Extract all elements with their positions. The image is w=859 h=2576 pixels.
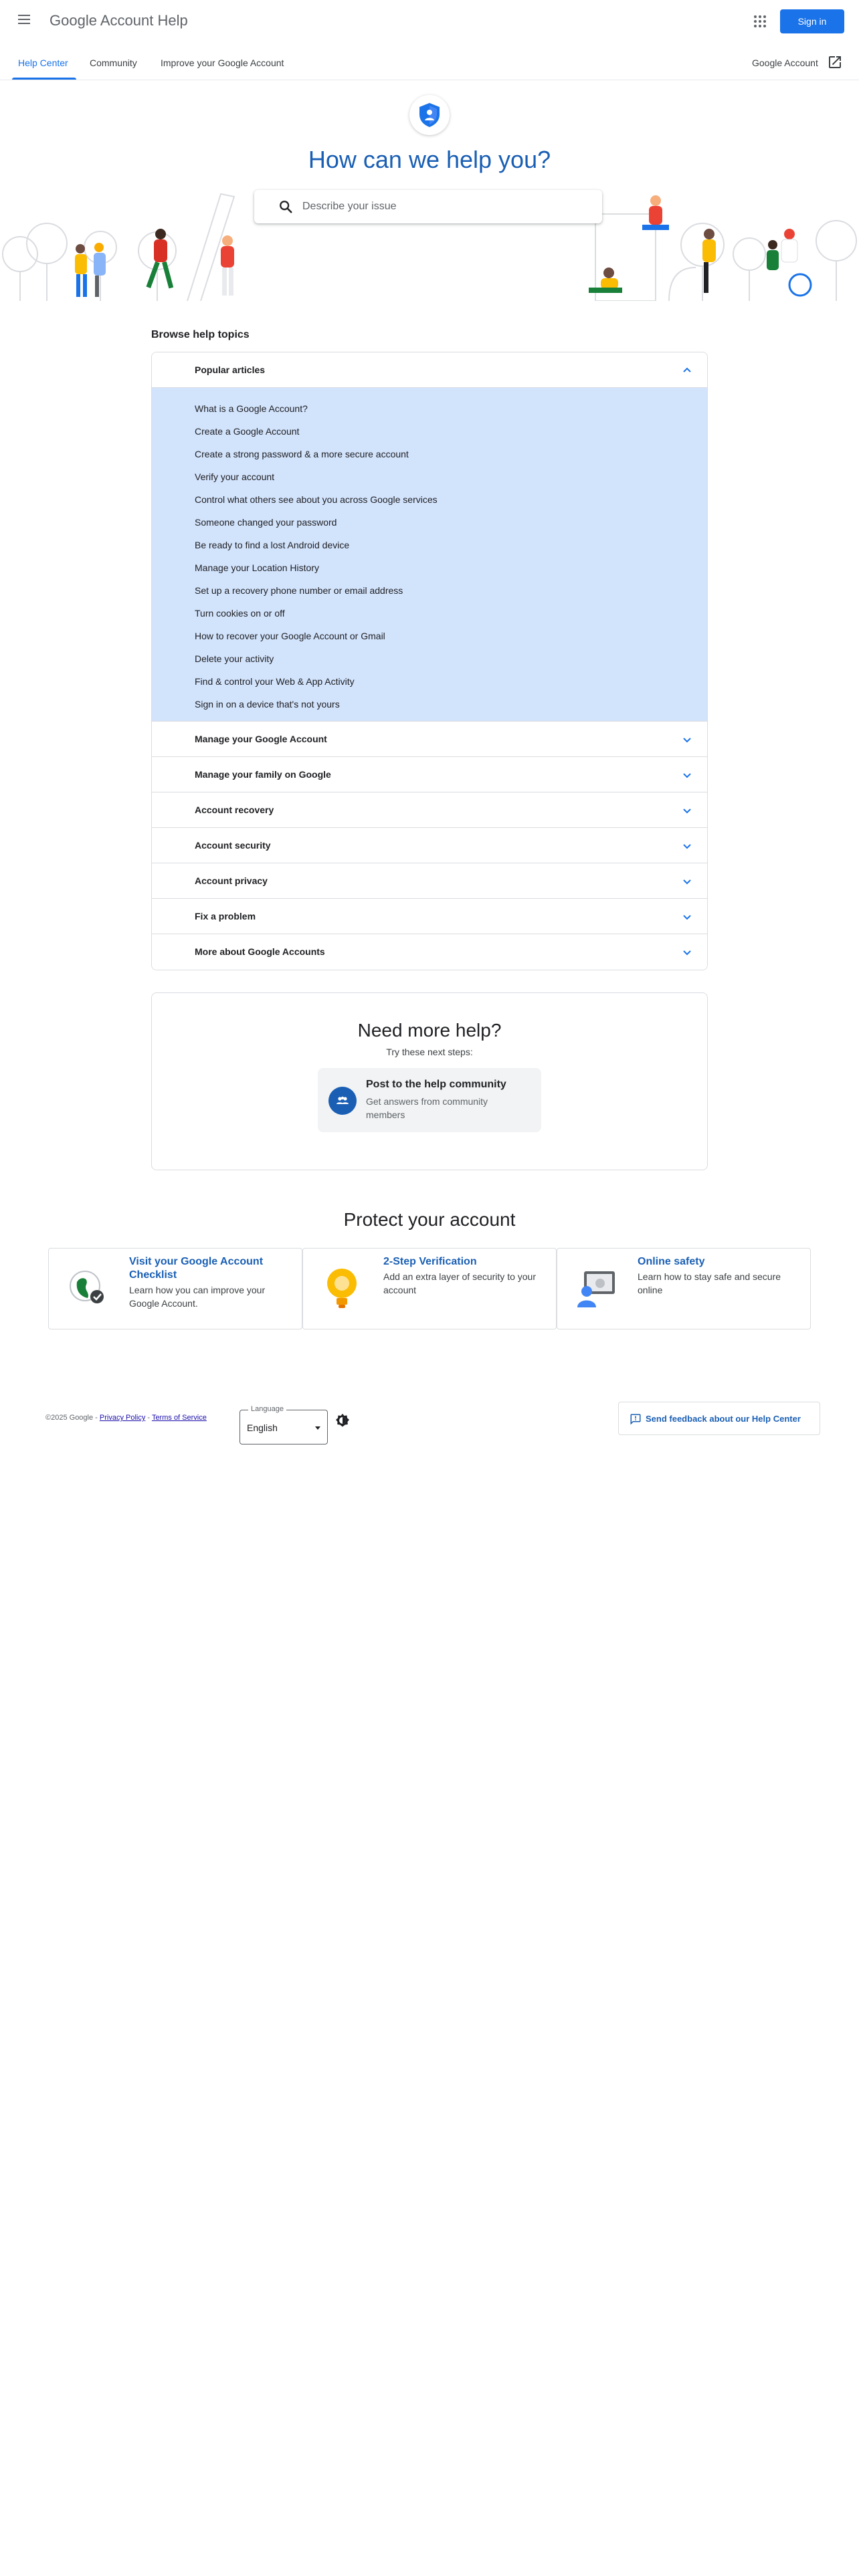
chevron-down-icon — [683, 879, 691, 885]
checklist-card[interactable]: Visit your Google Account Checklist Lear… — [48, 1248, 302, 1329]
hero-title: How can we help you? — [308, 146, 551, 173]
nav-tabs: Help Center Community Improve your Googl… — [0, 48, 859, 80]
language-select[interactable]: Language English — [240, 1405, 328, 1444]
chevron-down-icon — [683, 844, 691, 849]
theme-toggle-icon[interactable] — [335, 1412, 351, 1428]
chevron-down-icon — [683, 915, 691, 920]
topic-label: Fix a problem — [195, 911, 256, 922]
tab-help-center[interactable]: Help Center — [18, 58, 68, 68]
topic-manage-family[interactable]: Manage your family on Google — [152, 757, 707, 792]
topic-popular-articles[interactable]: Popular articles — [152, 352, 707, 388]
checklist-card-desc: Learn how you can improve your Google Ac… — [129, 1285, 266, 1309]
online-safety-card-title: Online safety — [638, 1256, 705, 1267]
tab-improve-account[interactable]: Improve your Google Account — [161, 58, 284, 68]
apps-grid-icon[interactable] — [752, 13, 767, 28]
topic-account-privacy[interactable]: Account privacy — [152, 863, 707, 899]
top-app-bar: Google Account Help Sign in — [0, 0, 859, 43]
terms-of-service-link[interactable]: Terms of Service — [152, 1414, 207, 1422]
search-icon — [280, 201, 292, 213]
dropdown-arrow-icon — [315, 1426, 320, 1430]
topic-label: Popular articles — [195, 364, 266, 375]
app-title[interactable]: Google Account Help — [50, 12, 188, 29]
article-link[interactable]: What is a Google Account? — [152, 397, 707, 420]
topic-label: Account recovery — [195, 804, 274, 815]
need-more-help-card: Need more help? Try these next steps: Po… — [151, 992, 708, 1170]
feedback-icon — [630, 1414, 641, 1425]
search-box[interactable] — [254, 190, 602, 223]
post-to-community-card[interactable]: Post to the help community Get answers f… — [318, 1068, 541, 1132]
community-card-desc: Get answers from community members — [366, 1096, 488, 1120]
article-link[interactable]: Delete your activity — [152, 647, 707, 670]
checklist-card-title: Visit your Google Account Checklist — [129, 1256, 264, 1281]
article-link[interactable]: Control what others see about you across… — [152, 488, 707, 511]
two-step-card-desc: Add an extra layer of security to your a… — [383, 1271, 536, 1295]
topic-manage-account[interactable]: Manage your Google Account — [152, 722, 707, 757]
article-link[interactable]: Verify your account — [152, 465, 707, 488]
two-step-verification-card[interactable]: 2-Step Verification Add an extra layer o… — [302, 1248, 557, 1329]
topics-accordion: Popular articles What is a Google Accoun… — [151, 352, 708, 970]
chevron-down-icon — [683, 738, 691, 743]
active-tab-indicator — [12, 78, 76, 80]
search-input[interactable] — [302, 190, 583, 223]
need-more-help-subtitle: Try these next steps: — [386, 1047, 473, 1057]
sign-in-button[interactable]: Sign in — [780, 9, 844, 33]
article-link[interactable]: Set up a recovery phone number or email … — [152, 579, 707, 602]
checklist-globe-icon — [70, 1271, 104, 1303]
article-link[interactable]: Manage your Location History — [152, 556, 707, 579]
topic-label: Manage your Google Account — [195, 734, 327, 744]
article-link[interactable]: Be ready to find a lost Android device — [152, 534, 707, 556]
topic-label: More about Google Accounts — [195, 946, 325, 957]
article-link[interactable]: Turn cookies on or off — [152, 602, 707, 625]
article-link[interactable]: Create a strong password & a more secure… — [152, 443, 707, 465]
copyright-text: ©2025 Google - — [45, 1414, 100, 1422]
topic-label: Manage your family on Google — [195, 769, 331, 780]
chevron-down-icon — [683, 950, 691, 956]
topic-label: Account privacy — [195, 875, 268, 886]
send-feedback-label: Send feedback about our Help Center — [646, 1414, 801, 1424]
article-link[interactable]: Someone changed your password — [152, 511, 707, 534]
chevron-down-icon — [683, 773, 691, 778]
article-link[interactable]: How to recover your Google Account or Gm… — [152, 625, 707, 647]
article-link[interactable]: Sign in on a device that's not yours — [152, 693, 707, 716]
shield-logo-icon — [409, 95, 450, 135]
footer-legal: ©2025 Google - Privacy Policy - Terms of… — [45, 1414, 207, 1422]
need-more-help-title: Need more help? — [357, 1020, 502, 1041]
article-link[interactable]: Create a Google Account — [152, 420, 707, 443]
menu-icon[interactable] — [16, 12, 32, 28]
popular-articles-list: What is a Google Account? Create a Googl… — [152, 388, 707, 722]
language-value: English — [247, 1422, 278, 1433]
tab-community[interactable]: Community — [90, 58, 137, 68]
chevron-down-icon — [683, 809, 691, 814]
topic-account-security[interactable]: Account security — [152, 828, 707, 863]
google-account-link[interactable]: Google Account — [752, 58, 818, 68]
community-people-icon — [328, 1087, 357, 1115]
online-safety-card-desc: Learn how to stay safe and secure online — [638, 1271, 781, 1295]
community-card-title: Post to the help community — [366, 1079, 506, 1090]
topic-label: Account security — [195, 840, 271, 851]
topic-more-about-accounts[interactable]: More about Google Accounts — [152, 934, 707, 970]
language-label: Language — [248, 1405, 286, 1413]
article-link[interactable]: Find & control your Web & App Activity — [152, 670, 707, 693]
privacy-policy-link[interactable]: Privacy Policy — [100, 1414, 145, 1422]
open-in-new-icon[interactable] — [827, 54, 843, 70]
footer-separator: - — [145, 1414, 152, 1422]
browse-topics-title: Browse help topics — [151, 329, 250, 340]
two-step-card-title: 2-Step Verification — [383, 1256, 477, 1267]
protect-account-title: Protect your account — [343, 1209, 516, 1230]
online-safety-icon — [577, 1271, 615, 1307]
topic-fix-problem[interactable]: Fix a problem — [152, 899, 707, 934]
chevron-up-icon — [683, 367, 691, 372]
topic-account-recovery[interactable]: Account recovery — [152, 792, 707, 828]
lightbulb-icon — [327, 1269, 357, 1308]
send-feedback-button[interactable]: Send feedback about our Help Center — [618, 1402, 820, 1435]
online-safety-card[interactable]: Online safety Learn how to stay safe and… — [557, 1248, 811, 1329]
